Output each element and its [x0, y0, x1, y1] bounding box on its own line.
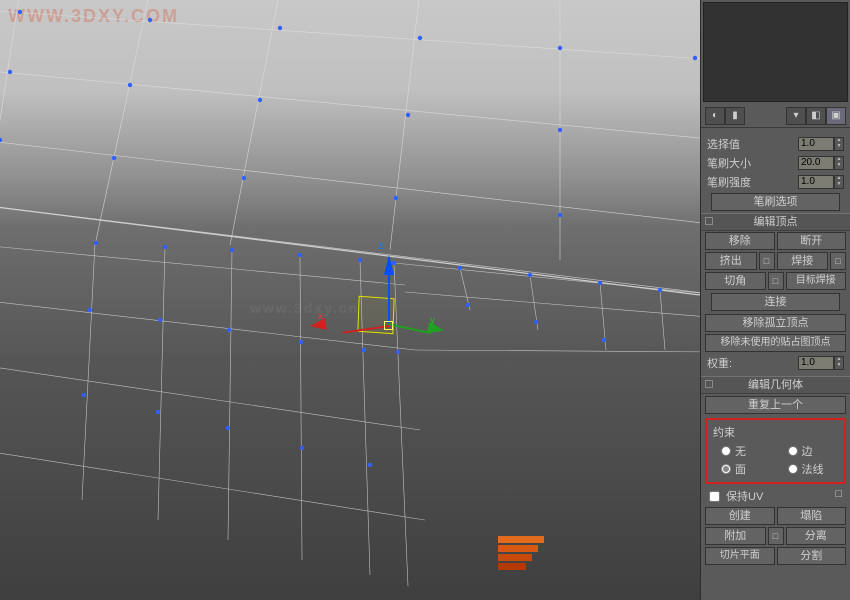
panel-icon-row: ◐ ▮ ▾ ◧ ▣	[701, 104, 850, 128]
constraint-edge-radio[interactable]: 边	[776, 443, 843, 459]
target-weld-button[interactable]: 目标焊接	[786, 272, 847, 290]
brand-logo-icon	[498, 536, 544, 574]
icon-tool-4[interactable]: ◧	[806, 107, 826, 125]
repeat-last-button[interactable]: 重复上一个	[705, 396, 846, 414]
modify-panel: ◐ ▮ ▾ ◧ ▣ 选择值 ▲▼ 笔刷大小 ▲▼ 笔刷强度 ▲▼ 笔刷选项 编辑…	[700, 0, 850, 600]
constraint-group: 约束 无 边 面 法线	[705, 418, 846, 484]
select-value-label: 选择值	[707, 136, 798, 152]
rollout-toggle-icon[interactable]	[705, 380, 713, 388]
slice-plane-button[interactable]: 切片平面	[705, 547, 775, 565]
weld-button[interactable]: 焊接	[777, 252, 829, 270]
chamfer-button[interactable]: 切角	[705, 272, 766, 290]
constraint-face-radio[interactable]: 面	[709, 461, 776, 477]
weight-input[interactable]	[798, 356, 834, 370]
preserve-uv-label: 保持UV	[726, 488, 763, 504]
gizmo-origin-icon[interactable]	[384, 321, 393, 330]
move-gizmo[interactable]: z y x	[330, 255, 450, 375]
pin-icon[interactable]: ▣	[826, 107, 846, 125]
collapse-button[interactable]: 塌陷	[777, 507, 847, 525]
attach-button[interactable]: 附加	[705, 527, 766, 545]
rollout-toggle-icon[interactable]	[705, 217, 713, 225]
preserve-uv-settings-button[interactable]: □	[835, 488, 842, 504]
edit-vertex-header[interactable]: 编辑顶点	[701, 213, 850, 231]
brush-size-label: 笔刷大小	[707, 155, 798, 171]
remove-unused-map-button[interactable]: 移除未使用的贴占图顶点	[705, 334, 846, 352]
brush-strength-input[interactable]	[798, 175, 834, 189]
weight-spinner[interactable]: ▲▼	[834, 356, 844, 370]
gizmo-axis-y[interactable]	[388, 315, 448, 345]
icon-tool-3[interactable]: ▾	[786, 107, 806, 125]
create-button[interactable]: 创建	[705, 507, 775, 525]
chamfer-settings-button[interactable]: □	[768, 272, 784, 290]
detach-button[interactable]: 分离	[786, 527, 847, 545]
edit-geometry-header[interactable]: 编辑几何体	[701, 376, 850, 394]
brush-strength-spinner[interactable]: ▲▼	[834, 175, 844, 189]
brush-strength-label: 笔刷强度	[707, 174, 798, 190]
extrude-settings-button[interactable]: □	[759, 252, 775, 270]
select-value-spinner[interactable]: ▲▼	[834, 137, 844, 151]
extrude-button[interactable]: 挤出	[705, 252, 757, 270]
icon-tool-2[interactable]: ▮	[725, 107, 745, 125]
gizmo-label-z: z	[378, 241, 383, 252]
material-preview	[703, 2, 848, 102]
break-button[interactable]: 断开	[777, 232, 847, 250]
weld-settings-button[interactable]: □	[830, 252, 846, 270]
gizmo-axis-x[interactable]	[320, 317, 390, 347]
connect-button[interactable]: 连接	[711, 293, 840, 311]
constraint-none-radio[interactable]: 无	[709, 443, 776, 459]
remove-isolated-button[interactable]: 移除孤立顶点	[705, 314, 846, 332]
select-value-input[interactable]	[798, 137, 834, 151]
gizmo-label-x: x	[318, 311, 323, 322]
preserve-uv-checkbox[interactable]	[709, 491, 720, 502]
brush-options-button[interactable]: 笔刷选项	[711, 193, 840, 211]
attach-list-button[interactable]: □	[768, 527, 784, 545]
brush-size-input[interactable]	[798, 156, 834, 170]
icon-tool-1[interactable]: ◐	[705, 107, 725, 125]
constraint-title: 约束	[709, 422, 842, 442]
split-button[interactable]: 分割	[777, 547, 847, 565]
brush-size-spinner[interactable]: ▲▼	[834, 156, 844, 170]
constraint-normal-radio[interactable]: 法线	[776, 461, 843, 477]
remove-button[interactable]: 移除	[705, 232, 775, 250]
weight-label: 权重:	[707, 355, 798, 371]
viewport[interactable]: WWW.3DXY.COM www.3dxy.com www.3dxy.cn	[0, 0, 700, 600]
gizmo-label-y: y	[430, 315, 435, 326]
